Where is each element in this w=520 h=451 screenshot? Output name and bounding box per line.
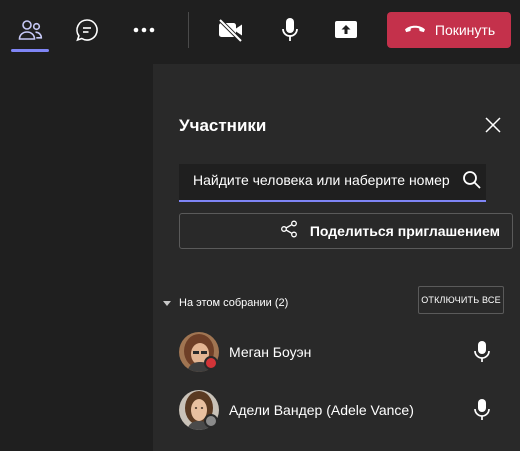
section-toggle[interactable]: На этом собрании (2) <box>163 294 288 312</box>
meeting-stage <box>0 64 153 451</box>
microphone-toggle-button[interactable] <box>270 12 310 48</box>
microphone-icon <box>473 340 491 364</box>
close-icon <box>485 116 501 138</box>
meeting-toolbar: Покинуть <box>0 0 520 64</box>
section-label: На этом собрании (2) <box>179 297 289 309</box>
presence-busy-indicator <box>204 356 218 370</box>
share-invite-label: Поделиться приглашением <box>309 223 500 239</box>
more-icon <box>132 26 156 34</box>
camera-toggle-button[interactable] <box>211 12 251 48</box>
share-tray-icon <box>333 18 359 42</box>
share-content-button[interactable] <box>326 12 366 48</box>
more-actions-button[interactable] <box>124 12 164 48</box>
camera-off-icon <box>217 18 245 42</box>
share-icon <box>280 220 298 243</box>
people-icon <box>17 18 43 42</box>
search-input[interactable] <box>193 172 463 188</box>
microphone-icon <box>281 17 299 43</box>
panel-title: Участники <box>179 116 267 135</box>
active-tab-indicator <box>11 49 49 52</box>
chat-icon <box>74 17 100 43</box>
mute-all-label: ОТКЛЮЧИТЬ ВСЕ <box>421 295 501 305</box>
leave-meeting-button[interactable]: Покинуть <box>387 12 511 48</box>
leave-meeting-label: Покинуть <box>434 22 496 38</box>
participants-button[interactable] <box>10 12 50 48</box>
participant-name: Адели Вандер (Adele Vance) <box>229 402 414 418</box>
mute-all-button[interactable]: ОТКЛЮЧИТЬ ВСЕ <box>418 286 504 314</box>
microphone-icon <box>473 398 491 422</box>
search-icon[interactable] <box>462 170 486 194</box>
participant-search-box[interactable] <box>179 164 486 202</box>
chevron-down-icon <box>163 294 171 312</box>
participant-name: Меган Боуэн <box>229 344 312 360</box>
close-panel-button[interactable] <box>481 115 505 139</box>
presence-offline-indicator <box>204 414 218 428</box>
participant-row[interactable]: Меган Боуэн <box>153 326 520 378</box>
hang-up-icon <box>403 21 427 39</box>
chat-button[interactable] <box>67 12 107 48</box>
toolbar-divider <box>188 12 189 48</box>
share-invite-button[interactable]: Поделиться приглашением <box>179 213 513 249</box>
participants-panel: Участники Поделиться приглашением На э <box>153 64 520 451</box>
participant-row[interactable]: Адели Вандер (Adele Vance) <box>153 384 520 436</box>
